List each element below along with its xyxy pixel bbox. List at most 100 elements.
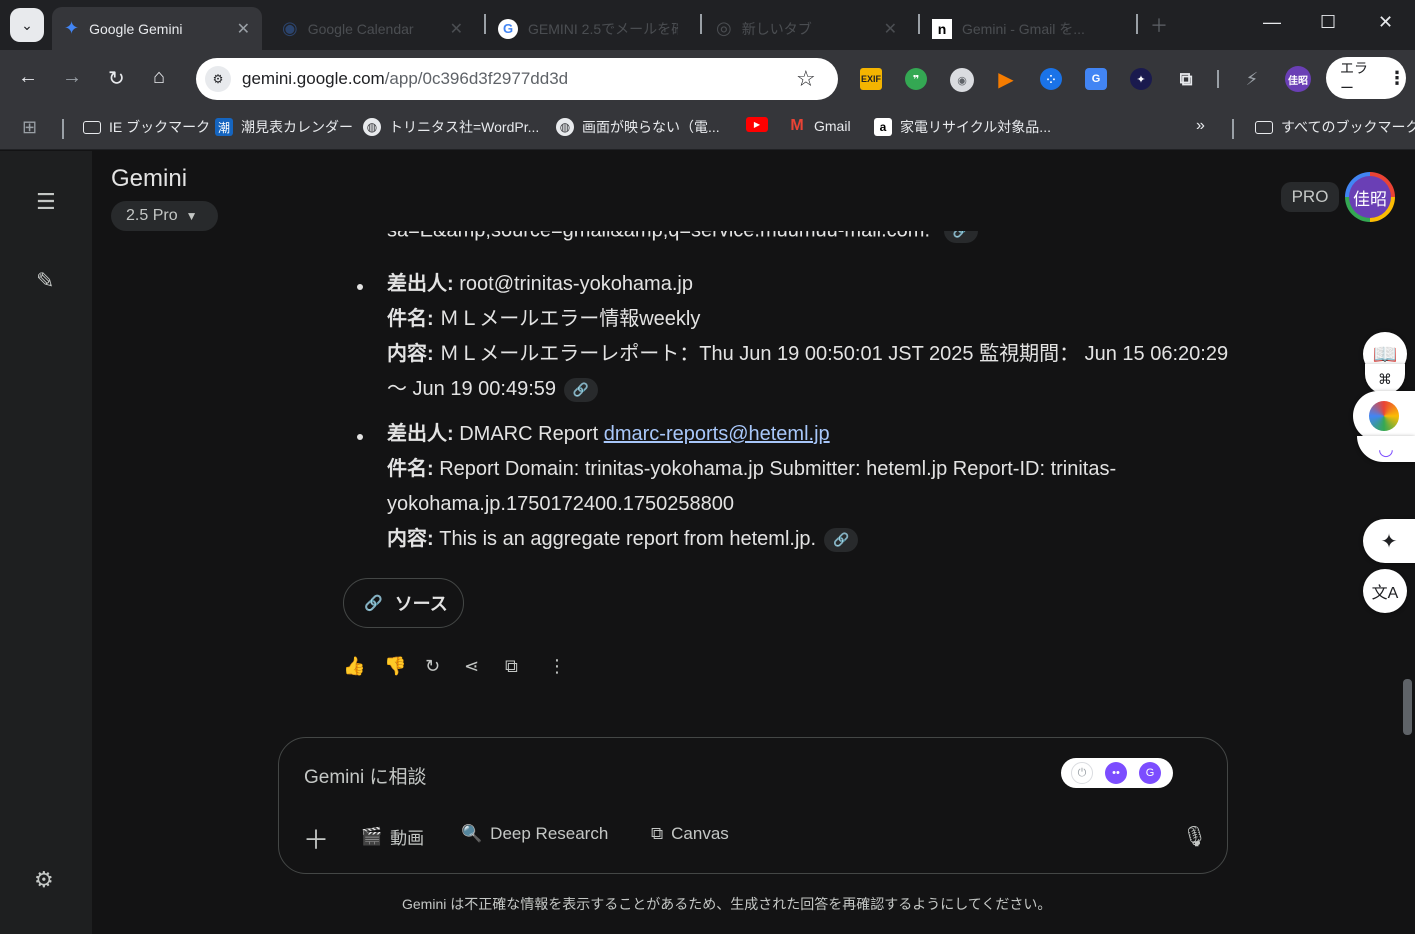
site-settings-icon[interactable]: ⚙ [205, 66, 231, 92]
grammarly-icon[interactable]: G [1139, 762, 1161, 784]
more-options-icon[interactable]: ⋮ [548, 656, 566, 677]
scrollbar-thumb[interactable] [1403, 679, 1412, 735]
qr-float-button[interactable]: ⌘ [1365, 364, 1405, 394]
url-text[interactable]: gemini.google.com/app/0c396d3f2977dd3d [242, 69, 568, 89]
face-extension-icon[interactable]: •• [1105, 762, 1127, 784]
bookmark-label: トリニタス社=WordPr... [389, 119, 540, 135]
tab-search-button[interactable]: ⌄ [10, 8, 44, 42]
translate-extension-icon[interactable]: G [1085, 68, 1107, 90]
sources-label: ソース [394, 594, 448, 614]
circle-float-button[interactable]: ◡ [1357, 436, 1415, 462]
reload-icon[interactable]: ↻ [108, 66, 125, 91]
regenerate-icon[interactable]: ↻ [425, 656, 440, 677]
bookmark-screen[interactable]: ◍ 画面が映らない（電... [556, 117, 720, 137]
model-label: 2.5 Pro [126, 207, 178, 224]
close-icon[interactable]: ✕ [237, 19, 250, 39]
sparkle-icon: ✦ [1380, 530, 1398, 553]
folder-icon [1255, 120, 1273, 134]
prompt-placeholder[interactable]: Gemini に相談 [304, 762, 426, 789]
bookmark-trinitas[interactable]: ◍ トリニタス社=WordPr... [363, 117, 539, 137]
ai-sparkle-float-button[interactable]: ✦ [1363, 519, 1415, 563]
bookmark-gmail[interactable]: M Gmail [788, 117, 850, 135]
copy-icon[interactable]: ⧉ [505, 656, 518, 677]
link-icon: 🔗 [952, 231, 968, 239]
sources-button[interactable]: 🔗 ソース [343, 578, 464, 628]
prompt-input-box[interactable]: Gemini に相談 ⏻ •• G ＋ 🎬 動画 🔍 Deep Research… [278, 737, 1228, 874]
tool-label: Canvas [671, 824, 729, 843]
minimize-icon[interactable]: — [1263, 12, 1281, 33]
menu-hamburger-icon[interactable]: ☰ [36, 189, 56, 215]
avatar[interactable]: 佳昭 [1345, 172, 1395, 222]
bookmark-recycle[interactable]: a 家電リサイクル対象品... [874, 117, 1051, 137]
list-item: 差出人: DMARC Report dmarc-reports@heteml.j… [387, 417, 1237, 557]
exif-extension-icon[interactable]: EXIF [860, 68, 882, 90]
subject-line: 件名: ＭＬメールエラー情報weekly [387, 302, 1237, 337]
new-tab-plus-icon[interactable]: ＋ [1150, 12, 1168, 38]
settings-gear-icon[interactable]: ⚙ [34, 867, 54, 893]
extensions-puzzle-icon[interactable]: ⧉ [1175, 68, 1197, 90]
forward-arrow-icon[interactable]: → [62, 66, 82, 89]
source-link-chip[interactable]: 🔗 [824, 527, 859, 552]
tab-divider [1136, 14, 1138, 34]
avatar-initials: 佳昭 [1349, 176, 1391, 218]
content-label: 内容: [387, 343, 434, 365]
kebab-menu-icon: ⋮ [1388, 67, 1406, 88]
thumbs-up-icon[interactable]: 👍 [343, 656, 365, 677]
home-icon[interactable]: ⌂ [153, 66, 165, 89]
tool-label: 動画 [390, 829, 425, 848]
microphone-icon[interactable]: 🎙 [1182, 824, 1207, 849]
side-navigation: ☰ ✎ ⚙ [0, 151, 92, 934]
sparkle-extension-icon[interactable]: ✦ [1130, 68, 1152, 90]
from-label: 差出人: [387, 423, 454, 445]
canvas-button[interactable]: ⧉ Canvas [651, 824, 729, 844]
close-window-icon[interactable]: ✕ [1378, 12, 1393, 33]
bookmarks-divider [1232, 119, 1234, 139]
share-icon[interactable]: ⋖ [464, 656, 479, 677]
clipped-previous-line: sa=E&amp;source=gmail&amp;q=service.muum… [387, 231, 978, 243]
video-tool-button[interactable]: 🎬 動画 [361, 824, 424, 849]
new-chat-edit-icon[interactable]: ✎ [36, 268, 54, 294]
input-extension-pill: ⏻ •• G [1061, 758, 1173, 788]
apps-grid-icon[interactable]: ⊞ [22, 117, 37, 138]
source-link-chip[interactable]: 🔗 [564, 377, 599, 402]
tab-new[interactable]: ◎ 新しいタブ ✕ [704, 7, 909, 50]
content-line: 内容: This is an aggregate report from het… [387, 522, 1237, 557]
model-selector[interactable]: 2.5 Pro ▼ [111, 201, 218, 231]
tab-calendar[interactable]: ◉ Google Calendar ✕ [270, 7, 475, 50]
performance-icon[interactable]: ⚡ [1241, 68, 1263, 90]
folder-icon [83, 120, 101, 134]
rss-extension-icon[interactable]: ◉ [950, 68, 974, 92]
deep-research-button[interactable]: 🔍 Deep Research [461, 824, 608, 844]
back-arrow-icon[interactable]: ← [18, 66, 38, 89]
tab-gemini[interactable]: ✦ Google Gemini ✕ [52, 7, 262, 50]
tab-google-search[interactable]: G GEMINI 2.5でメールを確認 [486, 7, 691, 50]
close-icon[interactable]: ✕ [450, 19, 463, 39]
maximize-icon[interactable]: ☐ [1320, 12, 1336, 33]
list-bullet [357, 434, 363, 440]
profile-avatar[interactable]: 佳昭 [1285, 66, 1311, 92]
power-icon[interactable]: ⏻ [1071, 762, 1093, 784]
tab-notion[interactable]: n Gemini - Gmail を... [920, 7, 1130, 50]
gemini-sparkle-icon: ✦ [64, 18, 80, 38]
translate-float-button[interactable]: 文A [1363, 569, 1407, 613]
bookmark-ie[interactable]: IE ブックマーク [83, 117, 210, 137]
bookmark-tide[interactable]: 潮 潮見表カレンダー [215, 117, 353, 137]
address-bar[interactable]: ⚙ gemini.google.com/app/0c396d3f2977dd3d… [196, 58, 838, 100]
quote-extension-icon[interactable]: ❞ [905, 68, 927, 90]
thumbs-down-icon[interactable]: 👎 [384, 656, 406, 677]
error-menu-button[interactable]: エラー ⋮ [1326, 57, 1406, 99]
from-value: DMARC Report [459, 423, 599, 445]
more-bookmarks-chevron-icon[interactable]: » [1196, 117, 1205, 135]
bookmark-label: 家電リサイクル対象品... [900, 119, 1051, 135]
bookmark-youtube[interactable]: ▶ [746, 117, 776, 132]
source-link-chip[interactable]: 🔗 [943, 231, 978, 243]
close-icon[interactable]: ✕ [884, 19, 897, 39]
all-bookmarks-folder[interactable]: すべてのブックマーク [1255, 117, 1415, 137]
dice-extension-icon[interactable]: ⁘ [1040, 68, 1062, 90]
play-extension-icon[interactable]: ▶ [995, 68, 1017, 91]
content-value: ＭＬメールエラーレポート：Thu Jun 19 00:50:01 JST 202… [387, 343, 1229, 400]
add-attachment-icon[interactable]: ＋ [303, 820, 329, 857]
extension-globe-float-button[interactable] [1353, 391, 1415, 441]
email-link[interactable]: dmarc-reports@heteml.jp [604, 423, 830, 445]
bookmark-star-icon[interactable]: ☆ [796, 66, 816, 92]
